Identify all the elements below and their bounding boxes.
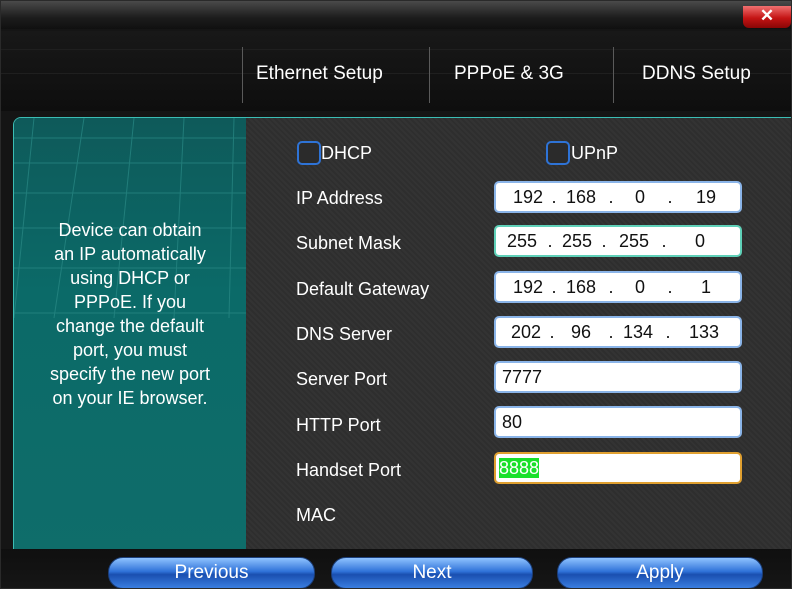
handset-port-field[interactable]: 8888	[494, 452, 742, 484]
default-gateway-label: Default Gateway	[296, 279, 430, 299]
http-port-label: HTTP Port	[296, 415, 381, 435]
info-text: Device can obtain an IP automatically us…	[49, 220, 211, 408]
handset-port-label: Handset Port	[296, 460, 402, 480]
mac-label: MAC	[296, 505, 336, 525]
title-bar	[1, 1, 791, 29]
default-gateway-field[interactable]: 192 . 168 . 0 . 1	[494, 271, 742, 303]
upnp-checkbox[interactable]	[546, 141, 570, 165]
server-port-label: Server Port	[296, 369, 388, 389]
server-port-field[interactable]: 7777	[494, 361, 742, 393]
dns-server-label: DNS Server	[296, 324, 393, 344]
selected-text: 8888	[499, 458, 540, 478]
ip-address-label: IP Address	[296, 188, 383, 208]
tab-separator	[242, 47, 243, 103]
ip-address-field[interactable]: 192 . 168 . 0 . 19	[494, 181, 742, 213]
tab-separator	[429, 47, 430, 103]
next-button[interactable]: Next	[331, 557, 533, 588]
network-settings-window: ✕ Ethernet Setup PPPoE & 3G DDNS Setup D…	[0, 0, 792, 589]
upnp-label: UPnP	[571, 143, 619, 163]
dhcp-checkbox[interactable]	[297, 141, 321, 165]
close-icon: ✕	[759, 6, 775, 25]
previous-button[interactable]: Previous	[108, 557, 315, 588]
dns-server-field[interactable]: 202 . 96 . 134 . 133	[494, 316, 742, 348]
http-port-field[interactable]: 80	[494, 406, 742, 438]
close-button[interactable]: ✕	[743, 6, 791, 28]
apply-button[interactable]: Apply	[557, 557, 763, 588]
info-panel: Device can obtain an IP automatically us…	[14, 118, 246, 558]
tab-separator	[613, 47, 614, 103]
subnet-mask-label: Subnet Mask	[296, 233, 402, 253]
dhcp-label: DHCP	[321, 143, 373, 163]
subnet-mask-field[interactable]: 255 . 255 . 255 . 0	[494, 225, 742, 257]
